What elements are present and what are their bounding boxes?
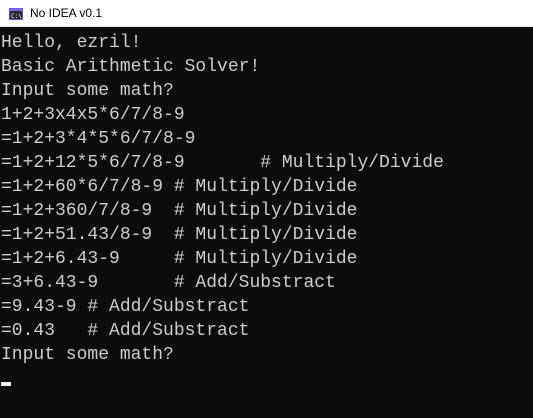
console-line: =1+2+6.43-9 # Multiply/Divide <box>1 249 358 269</box>
console-line: =1+2+360/7/8-9 # Multiply/Divide <box>1 201 358 221</box>
console-app-icon: C:\ <box>9 7 23 20</box>
console-line: Input some math? <box>1 345 174 365</box>
console-line: =0.43 # Add/Substract <box>1 321 250 341</box>
console-line: =1+2+51.43/8-9 # Multiply/Divide <box>1 225 358 245</box>
console-line: 1+2+3x4x5*6/7/8-9 <box>1 105 185 125</box>
console-line: Basic Arithmetic Solver! <box>1 57 261 77</box>
console-output[interactable]: Hello, ezril! Basic Arithmetic Solver! I… <box>0 28 533 418</box>
console-line: =9.43-9 # Add/Substract <box>1 297 250 317</box>
console-line: =1+2+60*6/7/8-9 # Multiply/Divide <box>1 177 358 197</box>
title-bar[interactable]: C:\ No IDEA v0.1 <box>0 0 533 27</box>
console-line: Hello, ezril! <box>1 33 142 53</box>
svg-text:C:\: C:\ <box>11 13 22 20</box>
console-line: =1+2+12*5*6/7/8-9 # Multiply/Divide <box>1 153 444 173</box>
window-title: No IDEA v0.1 <box>30 6 103 20</box>
console-line: =3+6.43-9 # Add/Substract <box>1 273 336 293</box>
console-line: =1+2+3*4*5*6/7/8-9 <box>1 129 196 149</box>
text-cursor[interactable] <box>1 382 11 386</box>
console-line: Input some math? <box>1 81 174 101</box>
console-window: C:\ No IDEA v0.1 Hello, ezril! Basic Ari… <box>0 0 533 418</box>
